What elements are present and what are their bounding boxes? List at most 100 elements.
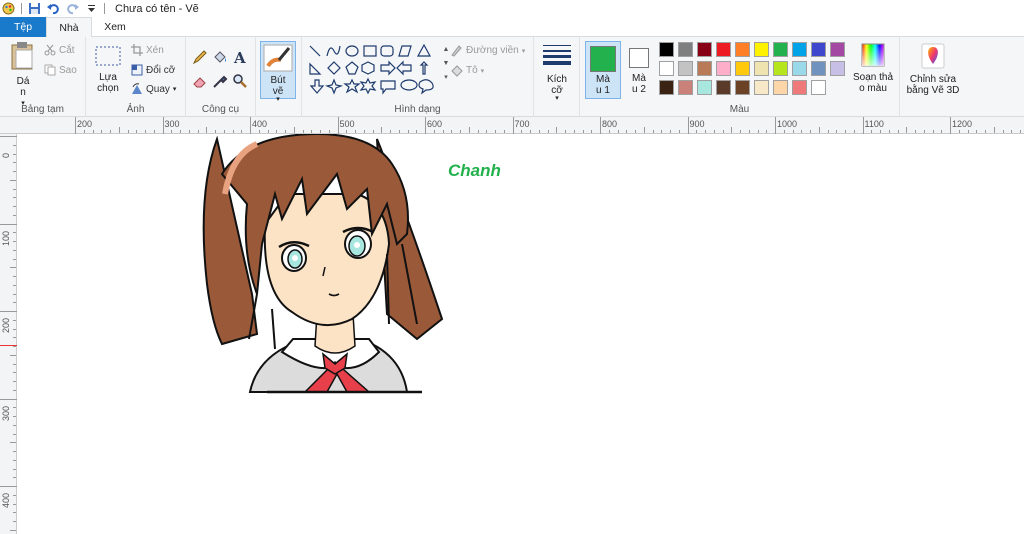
eraser-icon[interactable] (192, 73, 208, 89)
palette-swatch[interactable] (735, 80, 750, 95)
palette-swatch[interactable] (792, 42, 807, 57)
expand-gallery-icon[interactable]: ▾ (442, 71, 450, 85)
palette-swatch[interactable] (773, 61, 788, 76)
crop-label: Xén (146, 44, 164, 56)
group-colors: Mà u 1 Mà u 2 Soạn thả o màu Màu (580, 37, 900, 117)
palette-swatch[interactable] (697, 42, 712, 57)
paste-button[interactable]: Dá n ▾ (6, 41, 40, 109)
svg-text:A: A (233, 49, 246, 65)
image-group-label: Ảnh (126, 104, 145, 115)
palette-swatch[interactable] (830, 42, 845, 57)
ruler-minor-tick (748, 130, 750, 133)
palette-swatch[interactable] (773, 80, 788, 95)
ruler-minor-tick (13, 433, 16, 435)
color-picker-icon[interactable] (212, 73, 228, 89)
ruler-minor-tick (285, 130, 286, 133)
ruler-label: 300 (164, 119, 180, 129)
drawing-canvas[interactable]: Chanh (17, 134, 1024, 534)
palette-swatch[interactable] (792, 61, 807, 76)
palette-swatch[interactable] (678, 61, 693, 76)
palette-swatch[interactable] (735, 42, 750, 57)
palette-swatch[interactable] (811, 61, 826, 76)
ruler-minor-tick (13, 346, 16, 347)
save-icon[interactable] (28, 2, 41, 15)
magnifier-icon[interactable] (232, 73, 248, 89)
ruler-minor-tick (13, 494, 16, 496)
shapes-scrollbar[interactable]: ▲ ▼ ▾ (442, 43, 450, 95)
ruler-minor-tick (258, 130, 260, 133)
palette-swatch[interactable] (678, 42, 693, 57)
vertical-ruler: 0 100 200 300 400 (0, 134, 17, 534)
resize-button[interactable]: Đổi cỡ (131, 64, 175, 76)
ruler-minor-tick (92, 130, 94, 133)
fill-bucket-icon[interactable] (212, 49, 228, 65)
palette-swatch[interactable] (716, 42, 731, 57)
cut-button[interactable]: Cắt (44, 44, 75, 56)
palette-swatch[interactable] (659, 80, 674, 95)
palette-swatch[interactable] (792, 80, 807, 95)
crop-button[interactable]: Xén (131, 44, 164, 56)
palette-swatch[interactable] (716, 80, 731, 95)
palette-swatch[interactable] (811, 42, 826, 57)
palette-swatch[interactable] (754, 61, 769, 76)
palette-swatch[interactable] (811, 80, 826, 95)
ruler-minor-tick (13, 372, 16, 374)
palette-swatch[interactable] (678, 80, 693, 95)
text-icon[interactable]: A (232, 49, 248, 65)
fill-button[interactable]: Tô ▾ (450, 64, 484, 77)
ruler-minor-tick (136, 130, 138, 133)
ruler-minor-tick (880, 130, 881, 133)
brushes-button[interactable]: Bút vẽ ▾ (260, 41, 296, 103)
ruler-label: 0 (1, 152, 11, 158)
palette-swatch[interactable] (697, 61, 712, 76)
palette-swatch[interactable] (754, 42, 769, 57)
ruler-minor-tick (836, 130, 838, 133)
customize-toolbar-icon[interactable] (85, 2, 98, 15)
scroll-up-icon[interactable]: ▲ (442, 43, 450, 57)
ruler-label: 700 (514, 119, 530, 129)
redo-icon[interactable] (66, 2, 79, 15)
scroll-down-icon[interactable]: ▼ (442, 57, 450, 71)
shapes-gallery[interactable] (306, 43, 442, 97)
color2-button[interactable]: Mà u 2 (624, 41, 654, 99)
ruler-minor-tick (118, 127, 120, 133)
palette-swatch[interactable] (716, 61, 731, 76)
ruler-minor-tick (460, 130, 461, 133)
palette-swatch[interactable] (735, 61, 750, 76)
canvas-text-chanh: Chanh (448, 161, 501, 180)
tab-view[interactable]: Xem (92, 17, 138, 37)
outline-button[interactable]: Đường viền ▾ (450, 44, 525, 57)
rotate-button[interactable]: Quay ▾ (131, 83, 176, 95)
size-button[interactable]: Kích cỡ ▾ (538, 43, 576, 102)
palette-swatch[interactable] (754, 80, 769, 95)
palette-swatch[interactable] (659, 61, 674, 76)
shapes-group-label: Hình dạng (394, 104, 441, 115)
ruler-minor-tick (276, 130, 278, 133)
undo-icon[interactable] (47, 2, 60, 15)
pencil-icon[interactable] (192, 49, 208, 65)
palette-swatch[interactable] (830, 61, 845, 76)
resize-label: Đổi cỡ (146, 64, 176, 76)
ruler-minor-tick (967, 130, 969, 133)
ruler-minor-tick (915, 130, 916, 133)
ruler-tick (687, 117, 689, 134)
ruler-minor-tick (10, 442, 16, 444)
ruler-minor-tick (530, 130, 531, 133)
tab-home[interactable]: Nhà (46, 17, 92, 38)
brush-icon (263, 44, 293, 72)
ruler-minor-tick (390, 130, 391, 133)
edit-paint3d-button[interactable]: Chỉnh sửa bằng Vẽ 3D (902, 43, 964, 96)
rotate-label: Quay (146, 83, 170, 95)
palette-swatch[interactable] (659, 42, 674, 57)
tab-file[interactable]: Tệp (0, 17, 46, 37)
palette-swatch[interactable] (697, 80, 712, 95)
palette-swatch[interactable] (773, 42, 788, 57)
paint-app-icon[interactable] (2, 2, 15, 15)
ruler-minor-tick (153, 130, 155, 133)
edit-colors-button[interactable]: Soạn thả o màu (850, 43, 896, 94)
copy-button[interactable]: Sao (44, 64, 77, 76)
ruler-minor-tick (871, 130, 873, 133)
select-button[interactable]: Lựa chọn (90, 45, 126, 94)
ruler-minor-tick (13, 503, 16, 505)
color1-button[interactable]: Mà u 1 (585, 41, 621, 99)
